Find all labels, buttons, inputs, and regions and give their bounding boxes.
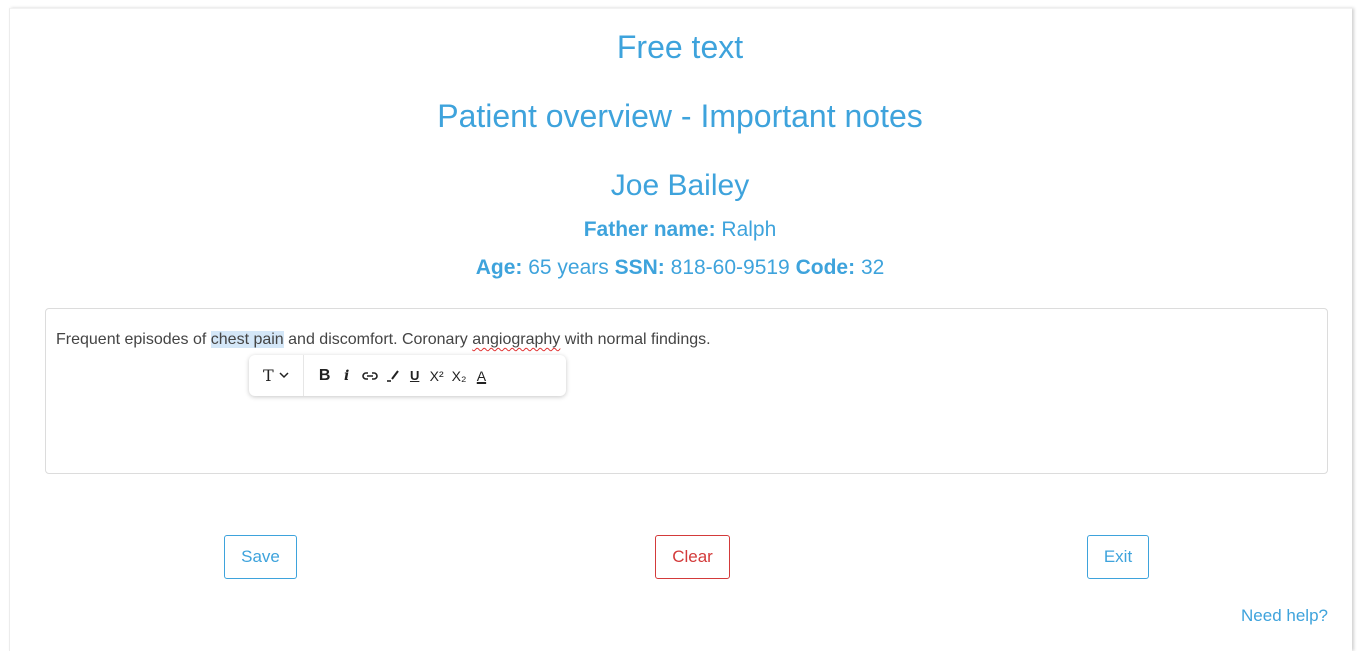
editor-content[interactable]: Frequent episodes of chest pain and disc… (56, 329, 711, 351)
chevron-down-icon (279, 372, 289, 379)
text-type-group: T (249, 355, 303, 396)
highlight-icon[interactable] (382, 363, 404, 389)
exit-button[interactable]: Exit (1087, 535, 1149, 579)
code-label: Code: (795, 256, 856, 279)
patient-name: Joe Bailey (610, 169, 750, 202)
ssn-value: 818-60-9519 (670, 256, 790, 279)
subscript-icon[interactable]: X₂ (448, 363, 471, 389)
father-label: Father name: (583, 218, 716, 241)
selected-text[interactable]: chest pain (210, 331, 284, 348)
page-subtitle: Patient overview - Important notes (437, 98, 923, 134)
link-icon[interactable] (358, 363, 382, 389)
italic-icon[interactable]: i (336, 363, 358, 389)
save-button[interactable]: Save (224, 535, 297, 579)
clear-button[interactable]: Clear (655, 535, 730, 579)
ssn-label: SSN: (614, 256, 665, 279)
need-help-link[interactable]: Need help? (1241, 606, 1328, 626)
age-value: 65 years (528, 256, 609, 279)
page-title: Free text (616, 29, 744, 65)
patient-identifiers: Age: 65 years SSN: 818-60-9519 Code: 32 (0, 255, 1360, 281)
code-value: 32 (860, 256, 885, 279)
format-group: B i U X² X₂ A (302, 355, 503, 396)
type-icon: T (263, 366, 274, 385)
text-segment: Frequent episodes of (56, 331, 211, 348)
text-segment: with normal findings. (560, 331, 711, 348)
superscript-icon[interactable]: X² (426, 363, 448, 389)
underline-icon[interactable]: U (404, 363, 426, 389)
text-segment: and discomfort. Coronary (283, 331, 473, 348)
format-toolbar: T B i U X² X₂ A (249, 355, 566, 396)
misspelled-word[interactable]: angiography (472, 331, 560, 348)
patient-father: Father name: Ralph (0, 217, 1360, 243)
father-value: Ralph (721, 218, 777, 241)
age-label: Age: (475, 256, 523, 279)
notes-editor[interactable]: Frequent episodes of chest pain and disc… (45, 308, 1328, 474)
text-type-dropdown[interactable]: T (259, 363, 293, 389)
bold-icon[interactable]: B (314, 363, 336, 389)
text-color-icon[interactable]: A (470, 363, 492, 389)
